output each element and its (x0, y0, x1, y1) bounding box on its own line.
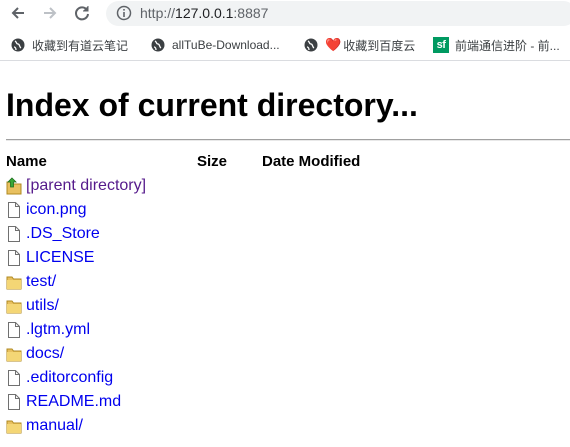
divider (6, 139, 570, 141)
reload-button[interactable] (72, 3, 92, 23)
bookmarks-bar: 收藏到有道云笔记 allTuBe-Download... ❤️ 收藏到百度云 s… (0, 30, 570, 61)
globe-icon (303, 37, 319, 53)
entry-link[interactable]: README.md (26, 393, 121, 411)
list-item: docs/ (6, 343, 64, 365)
list-item: icon.png (6, 199, 87, 221)
folder-icon (6, 297, 22, 315)
globe-icon (10, 37, 26, 53)
file-icon (6, 201, 22, 219)
parent-directory-link[interactable]: [parent directory] (26, 177, 146, 195)
parent-folder-icon (6, 177, 22, 195)
column-header-name: Name (6, 153, 47, 170)
entry-link[interactable]: .lgtm.yml (26, 321, 90, 339)
folder-icon (6, 345, 22, 363)
bookmark-youdao[interactable]: 收藏到有道云笔记 (10, 35, 128, 55)
forward-button[interactable] (40, 3, 60, 23)
url-scheme: http:// (140, 5, 176, 21)
url-host: 127.0.0.1 (175, 5, 234, 21)
page-title: Index of current directory... (6, 87, 418, 123)
folder-icon (6, 273, 22, 291)
file-icon (6, 369, 22, 387)
file-icon (6, 393, 22, 411)
globe-icon (150, 37, 166, 53)
address-bar[interactable]: http://127.0.0.1:8887 (106, 1, 570, 26)
file-icon (6, 249, 22, 267)
entry-link[interactable]: .editorconfig (26, 369, 113, 387)
entry-link[interactable]: test/ (26, 273, 56, 291)
entry-link[interactable]: icon.png (26, 201, 87, 219)
list-item: [parent directory] (6, 175, 146, 197)
info-icon[interactable] (116, 5, 132, 21)
list-item: test/ (6, 271, 56, 293)
arrow-left-icon (11, 7, 24, 19)
entry-link[interactable]: docs/ (26, 345, 64, 363)
heart-icon: ❤️ (325, 37, 342, 52)
entry-link[interactable]: utils/ (26, 297, 59, 315)
url-text[interactable]: http://127.0.0.1:8887 (140, 5, 268, 21)
list-item: .editorconfig (6, 367, 113, 389)
back-button[interactable] (8, 3, 28, 23)
reload-icon (75, 6, 89, 21)
file-icon (6, 321, 22, 339)
browser-toolbar: http://127.0.0.1:8887 (0, 0, 570, 28)
bookmark-alltube[interactable]: allTuBe-Download... (150, 35, 280, 55)
column-header-size: Size (197, 153, 228, 170)
bookmark-segmentfault[interactable]: sf 前端通信进阶 - 前... (433, 35, 560, 55)
entry-link[interactable]: LICENSE (26, 249, 94, 267)
bookmark-baidu[interactable]: ❤️ 收藏到百度云 (303, 35, 415, 55)
arrow-right-icon (44, 7, 57, 19)
bookmark-label: allTuBe-Download... (172, 38, 280, 52)
column-header-modified: Date Modified (262, 153, 361, 170)
bookmark-label: 收藏到百度云 (343, 38, 416, 53)
entry-link[interactable]: .DS_Store (26, 225, 100, 243)
entry-link[interactable]: manual/ (26, 417, 83, 435)
list-item: LICENSE (6, 247, 94, 269)
bookmark-label: 收藏到有道云笔记 (32, 38, 129, 53)
bookmark-label: 前端通信进阶 - 前... (455, 38, 560, 53)
list-item: .DS_Store (6, 223, 100, 245)
folder-icon (6, 417, 22, 435)
url-port: :8887 (233, 5, 269, 21)
sf-icon: sf (433, 37, 449, 53)
list-item: .lgtm.yml (6, 319, 90, 341)
file-icon (6, 225, 22, 243)
list-item: manual/ (6, 415, 83, 437)
list-item: README.md (6, 391, 121, 413)
list-item: utils/ (6, 295, 59, 317)
